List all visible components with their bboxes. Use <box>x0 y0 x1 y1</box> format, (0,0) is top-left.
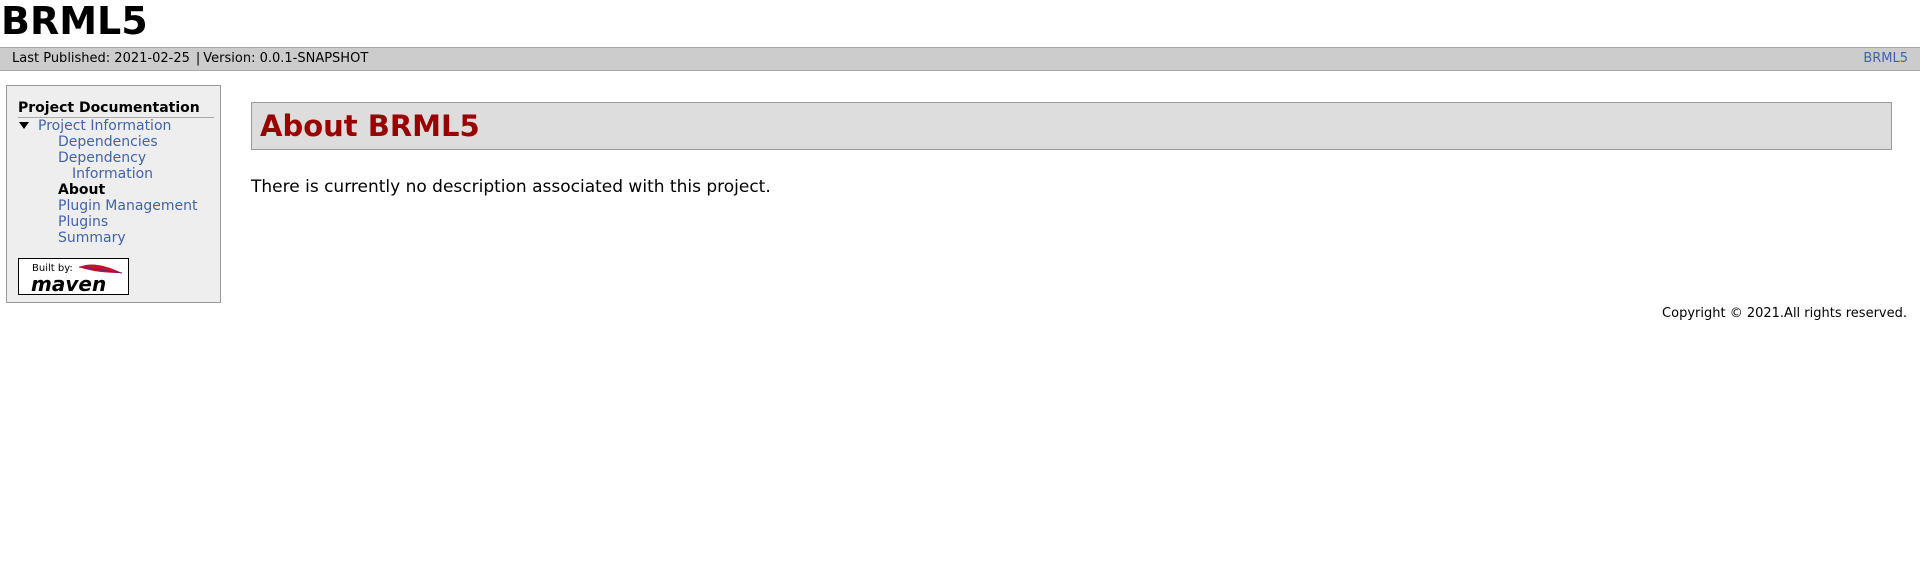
sidebar: Project Documentation Project Informatio… <box>6 85 221 303</box>
sidebar-item-dependencies[interactable]: Dependencies <box>18 134 214 150</box>
sidebar-item-label[interactable]: Project Information <box>38 118 171 134</box>
project-home-link[interactable]: BRML5 <box>1863 48 1908 70</box>
expanded-triangle-icon[interactable] <box>19 122 29 129</box>
separator: | <box>195 51 201 66</box>
sidebar-item-dependency-information[interactable]: Dependency <box>18 150 214 166</box>
nav-sublist: Dependencies Dependency Information Abou… <box>18 134 214 246</box>
sidebar-item-label[interactable]: Information <box>72 166 153 182</box>
project-description: There is currently no description associ… <box>251 177 771 197</box>
main-content: About BRML5 There is currently no descri… <box>251 102 1892 214</box>
sidebar-item-label[interactable]: Plugins <box>58 214 108 230</box>
nav-list: Project Information <box>18 118 214 134</box>
sidebar-item-label[interactable]: Plugin Management <box>58 198 198 214</box>
sidebar-item-project-information[interactable]: Project Information <box>18 118 214 134</box>
sidebar-item-label[interactable]: Dependencies <box>58 134 158 150</box>
version-text: Version: 0.0.1-SNAPSHOT <box>203 51 369 66</box>
page-title: About BRML5 <box>251 102 1892 150</box>
maven-logo-icon: Built by: maven <box>31 263 123 296</box>
last-published-text: Last Published: 2021-02-25 <box>12 51 190 66</box>
publish-info: Last Published: 2021-02-25 | Version: 0.0.… <box>12 48 368 70</box>
badge-name-text: maven <box>31 272 106 294</box>
sidebar-item-label[interactable]: Dependency <box>58 150 146 166</box>
sidebar-item-label[interactable]: Summary <box>58 230 126 246</box>
sidebar-heading: Project Documentation <box>18 100 214 118</box>
sidebar-item-plugins[interactable]: Plugins <box>18 214 214 230</box>
built-by-maven-badge[interactable]: Built by: maven <box>18 258 129 296</box>
site-title: BRML5 <box>1 0 148 43</box>
sidebar-item-about: About <box>58 182 106 198</box>
nav-column: Project Documentation Project Informatio… <box>18 100 214 246</box>
footer-copyright: Copyright © 2021.All rights reserved. <box>1662 306 1907 321</box>
sidebar-item-plugin-management[interactable]: Plugin Management <box>18 198 214 214</box>
sidebar-item-summary[interactable]: Summary <box>18 230 214 246</box>
sidebar-item-dependency-information-wrap[interactable]: Information <box>18 166 214 182</box>
breadcrumb-bar: Last Published: 2021-02-25 | Version: 0.0.… <box>0 47 1920 71</box>
